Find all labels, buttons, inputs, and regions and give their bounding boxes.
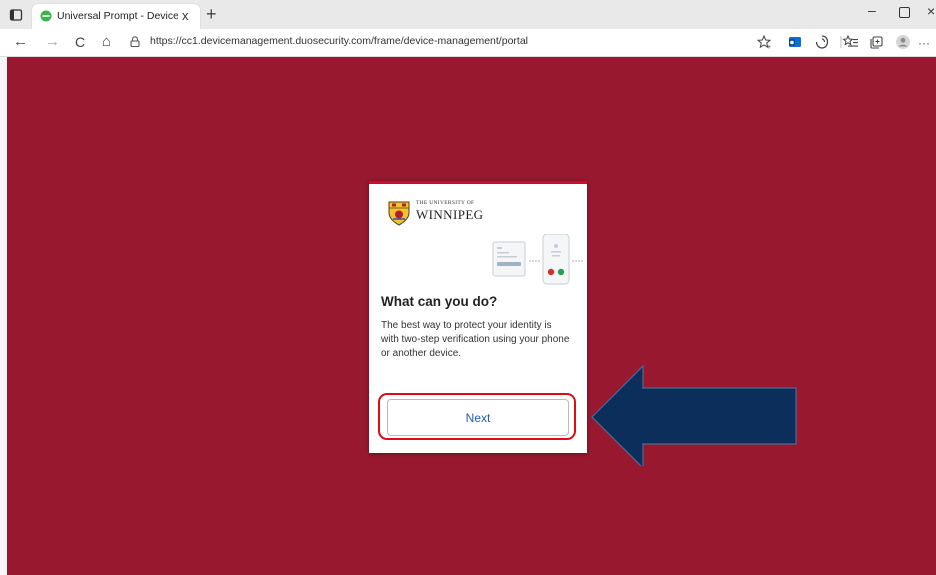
- collections-icon[interactable]: [868, 33, 886, 51]
- favorites-icon[interactable]: [842, 33, 860, 51]
- more-icon[interactable]: ···: [918, 33, 930, 53]
- tab-close-icon[interactable]: x: [182, 8, 189, 24]
- profile-icon[interactable]: [894, 33, 912, 51]
- back-icon[interactable]: ←: [13, 32, 28, 52]
- brand-small-text: THE UNIVERSITY OF: [416, 200, 475, 206]
- reload-icon[interactable]: C: [75, 32, 85, 52]
- card-description: The best way to protect your identity is…: [381, 320, 570, 359]
- address-url[interactable]: https://cc1.devicemanagement.duosecurity…: [150, 35, 528, 47]
- new-tab-icon[interactable]: +: [206, 4, 217, 24]
- lock-icon[interactable]: [130, 36, 140, 47]
- device-illustration-icon: [492, 234, 583, 285]
- svg-text:+: +: [767, 44, 771, 51]
- browser-essentials-icon[interactable]: [813, 33, 831, 51]
- address-toolbar: ← → C ⌂ https://cc1.devicemanagement.duo…: [0, 29, 936, 57]
- brand-name: WINNIPEG: [416, 207, 484, 222]
- minimize-icon[interactable]: –: [868, 2, 876, 18]
- card-title: What can you do?: [381, 294, 498, 309]
- tab-actions-icon[interactable]: [9, 8, 23, 22]
- forward-icon[interactable]: →: [45, 32, 60, 52]
- duo-favicon-icon: [40, 10, 52, 22]
- page-content: THE UNIVERSITY OF WINNIPEG What can you …: [7, 57, 936, 575]
- tab-strip: Universal Prompt - Device Mana x + – ×: [0, 0, 936, 29]
- prompt-card: THE UNIVERSITY OF WINNIPEG What can you …: [369, 181, 587, 453]
- maximize-icon[interactable]: [899, 7, 910, 18]
- next-button[interactable]: Next: [387, 399, 569, 436]
- pointer-arrow: [591, 364, 797, 466]
- outlook-extension-icon[interactable]: [786, 33, 804, 51]
- university-crest-icon: [388, 201, 410, 226]
- add-favorite-icon[interactable]: +: [756, 33, 774, 51]
- tab-title: Universal Prompt - Device Mana: [57, 10, 178, 22]
- browser-window: Universal Prompt - Device Mana x + – × ←…: [0, 0, 936, 575]
- close-window-icon[interactable]: ×: [927, 3, 935, 19]
- home-icon[interactable]: ⌂: [102, 32, 111, 52]
- browser-tab[interactable]: Universal Prompt - Device Mana x: [32, 4, 200, 29]
